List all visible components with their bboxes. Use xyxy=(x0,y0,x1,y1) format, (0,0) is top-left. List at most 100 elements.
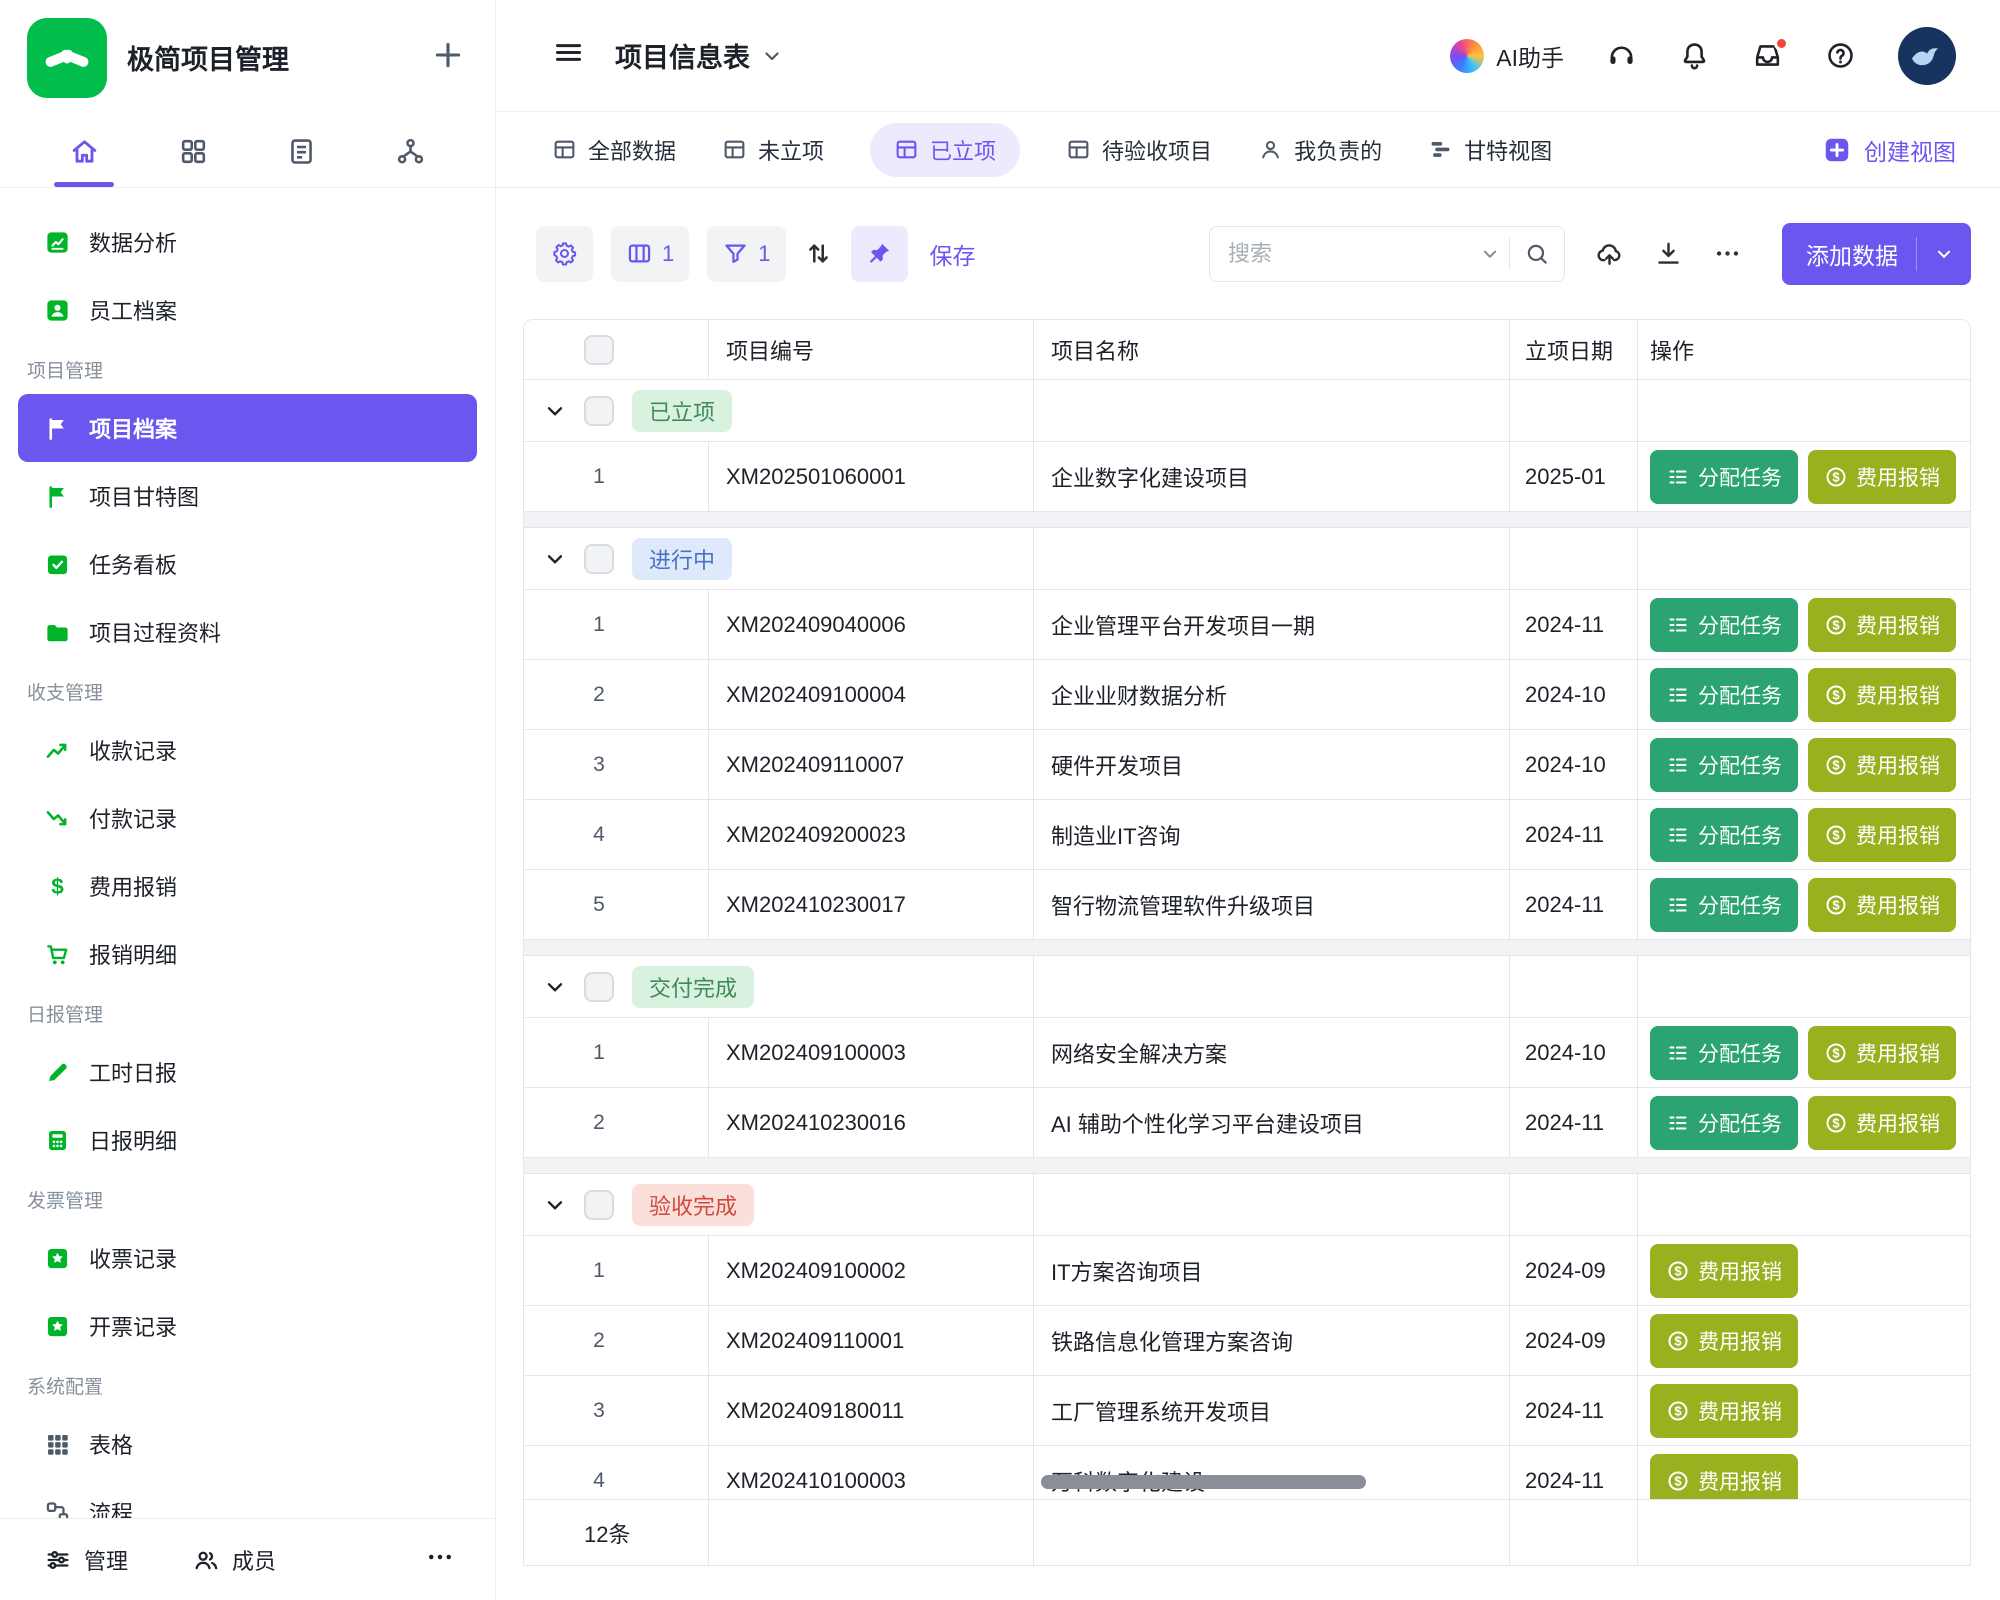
cell-project-name[interactable]: AI 辅助个性化学习平台建设项目 xyxy=(1034,1088,1510,1158)
assign-task-button[interactable]: 分配任务 xyxy=(1650,598,1798,652)
sidebar-item-3[interactable]: 项目档案 xyxy=(18,394,477,462)
cell-project-code[interactable]: XM202409110007 xyxy=(709,730,1034,800)
cell-project-name[interactable]: 企业管理平台开发项目一期 xyxy=(1034,590,1510,660)
cell-project-code[interactable]: XM202409100004 xyxy=(709,660,1034,730)
group-header-row[interactable]: 验收完成 xyxy=(524,1174,1970,1236)
select-all-checkbox[interactable] xyxy=(584,335,614,365)
cell-project-name[interactable]: 工厂管理系统开发项目 xyxy=(1034,1376,1510,1446)
table-row[interactable]: 2XM202409110001铁路信息化管理方案咨询2024-09$费用报销 xyxy=(524,1306,1970,1376)
sidebar-item-8[interactable]: 收款记录 xyxy=(18,716,477,784)
help-button[interactable] xyxy=(1825,40,1856,71)
cell-project-code[interactable]: XM202409200023 xyxy=(709,800,1034,870)
expense-claim-button[interactable]: $费用报销 xyxy=(1808,450,1956,504)
group-checkbox[interactable] xyxy=(584,544,614,574)
expense-claim-button[interactable]: $费用报销 xyxy=(1808,598,1956,652)
cell-project-code[interactable]: XM202410230017 xyxy=(709,870,1034,940)
table-row[interactable]: 3XM202409110007硬件开发项目2024-10分配任务$费用报销 xyxy=(524,730,1970,800)
group-header-row[interactable]: 进行中 xyxy=(524,528,1970,590)
collapse-sidebar-button[interactable] xyxy=(552,36,585,75)
sidebar-tab-grid[interactable] xyxy=(139,115,248,187)
column-header-name[interactable]: 项目名称 xyxy=(1034,320,1510,380)
assign-task-button[interactable]: 分配任务 xyxy=(1650,668,1798,722)
cell-start-date[interactable]: 2024-10 xyxy=(1510,660,1638,730)
cell-project-name[interactable]: 智行物流管理软件升级项目 xyxy=(1034,870,1510,940)
chevron-down-icon[interactable] xyxy=(1479,243,1501,265)
sidebar-item-6[interactable]: 项目过程资料 xyxy=(18,598,477,666)
cell-project-code[interactable]: XM202410230016 xyxy=(709,1088,1034,1158)
sidebar-item-11[interactable]: 报销明细 xyxy=(18,920,477,988)
sidebar-item-19[interactable]: 表格 xyxy=(18,1410,477,1478)
sidebar-item-10[interactable]: $费用报销 xyxy=(18,852,477,920)
table-row[interactable]: 1XM202409040006企业管理平台开发项目一期2024-11分配任务$费… xyxy=(524,590,1970,660)
sidebar-item-16[interactable]: 收票记录 xyxy=(18,1224,477,1292)
expense-claim-button[interactable]: $费用报销 xyxy=(1808,878,1956,932)
expense-claim-button[interactable]: $费用报销 xyxy=(1808,1026,1956,1080)
assign-task-button[interactable]: 分配任务 xyxy=(1650,878,1798,932)
cell-project-code[interactable]: XM202409180011 xyxy=(709,1376,1034,1446)
sidebar-tab-flow[interactable] xyxy=(356,115,465,187)
group-header-row[interactable]: 交付完成 xyxy=(524,956,1970,1018)
search-box[interactable] xyxy=(1209,226,1565,282)
sidebar-item-20[interactable]: 流程 xyxy=(18,1478,477,1518)
expense-claim-button[interactable]: $费用报销 xyxy=(1650,1244,1798,1298)
sidebar-item-9[interactable]: 付款记录 xyxy=(18,784,477,852)
manage-button[interactable]: 管理 xyxy=(44,1544,128,1576)
sidebar-item-14[interactable]: 日报明细 xyxy=(18,1106,477,1174)
cell-project-name[interactable]: 制造业IT咨询 xyxy=(1034,800,1510,870)
view-tab-5[interactable]: 甘特视图 xyxy=(1428,134,1552,166)
sidebar-item-5[interactable]: 任务看板 xyxy=(18,530,477,598)
table-row[interactable]: 1XM202501060001企业数字化建设项目2025-01分配任务$费用报销 xyxy=(524,442,1970,512)
expense-claim-button[interactable]: $费用报销 xyxy=(1808,1096,1956,1150)
sidebar-item-1[interactable]: 员工档案 xyxy=(18,276,477,344)
expense-claim-button[interactable]: $费用报销 xyxy=(1650,1384,1798,1438)
view-tab-3[interactable]: 待验收项目 xyxy=(1066,134,1212,166)
expense-claim-button[interactable]: $费用报销 xyxy=(1650,1314,1798,1368)
expense-claim-button[interactable]: $费用报销 xyxy=(1808,808,1956,862)
cell-project-code[interactable]: XM202409100002 xyxy=(709,1236,1034,1306)
cell-project-name[interactable]: 网络安全解决方案 xyxy=(1034,1018,1510,1088)
cell-project-name[interactable]: IT方案咨询项目 xyxy=(1034,1236,1510,1306)
cell-start-date[interactable]: 2025-01 xyxy=(1510,442,1638,512)
group-checkbox[interactable] xyxy=(584,396,614,426)
cell-project-name[interactable]: 企业业财数据分析 xyxy=(1034,660,1510,730)
search-input[interactable] xyxy=(1228,241,1479,267)
assign-task-button[interactable]: 分配任务 xyxy=(1650,1026,1798,1080)
cell-project-code[interactable]: XM202409100003 xyxy=(709,1018,1034,1088)
download-button[interactable] xyxy=(1654,239,1683,268)
table-row[interactable]: 5XM202410230017智行物流管理软件升级项目2024-11分配任务$费… xyxy=(524,870,1970,940)
cell-project-name[interactable]: 硬件开发项目 xyxy=(1034,730,1510,800)
sidebar-tab-docs[interactable] xyxy=(248,115,357,187)
create-view-button[interactable]: 创建视图 xyxy=(1822,133,1956,167)
save-button[interactable]: 保存 xyxy=(926,237,980,271)
expense-claim-button[interactable]: $费用报销 xyxy=(1808,668,1956,722)
cell-project-code[interactable]: XM202501060001 xyxy=(709,442,1034,512)
column-header-date[interactable]: 立项日期 xyxy=(1510,320,1638,380)
cell-start-date[interactable]: 2024-11 xyxy=(1510,800,1638,870)
group-header-row[interactable]: 已立项 xyxy=(524,380,1970,442)
sidebar-more-button[interactable] xyxy=(425,1542,455,1578)
cell-start-date[interactable]: 2024-10 xyxy=(1510,730,1638,800)
view-settings-button[interactable] xyxy=(536,226,593,282)
group-checkbox[interactable] xyxy=(584,1190,614,1220)
user-avatar[interactable] xyxy=(1898,27,1956,85)
toolbar-more-button[interactable] xyxy=(1713,239,1742,268)
column-header-code[interactable]: 项目编号 xyxy=(709,320,1034,380)
cell-project-code[interactable]: XM202409040006 xyxy=(709,590,1034,660)
assign-task-button[interactable]: 分配任务 xyxy=(1650,450,1798,504)
inbox-button[interactable] xyxy=(1752,40,1783,71)
cell-project-name[interactable]: 铁路信息化管理方案咨询 xyxy=(1034,1306,1510,1376)
assign-task-button[interactable]: 分配任务 xyxy=(1650,808,1798,862)
cell-start-date[interactable]: 2024-09 xyxy=(1510,1236,1638,1306)
view-tab-4[interactable]: 我负责的 xyxy=(1258,134,1382,166)
cell-start-date[interactable]: 2024-11 xyxy=(1510,1088,1638,1158)
cell-project-code[interactable]: XM202409110001 xyxy=(709,1306,1034,1376)
members-button[interactable]: 成员 xyxy=(192,1544,276,1576)
add-data-button[interactable]: 添加数据 xyxy=(1782,223,1971,285)
cell-project-name[interactable]: 企业数字化建设项目 xyxy=(1034,442,1510,512)
sort-button[interactable] xyxy=(804,239,833,268)
table-row[interactable]: 4XM202409200023制造业IT咨询2024-11分配任务$费用报销 xyxy=(524,800,1970,870)
view-tab-1[interactable]: 未立项 xyxy=(722,134,824,166)
field-config-button[interactable]: 1 xyxy=(611,226,689,282)
sidebar-item-0[interactable]: 数据分析 xyxy=(18,208,477,276)
sidebar-item-17[interactable]: 开票记录 xyxy=(18,1292,477,1360)
